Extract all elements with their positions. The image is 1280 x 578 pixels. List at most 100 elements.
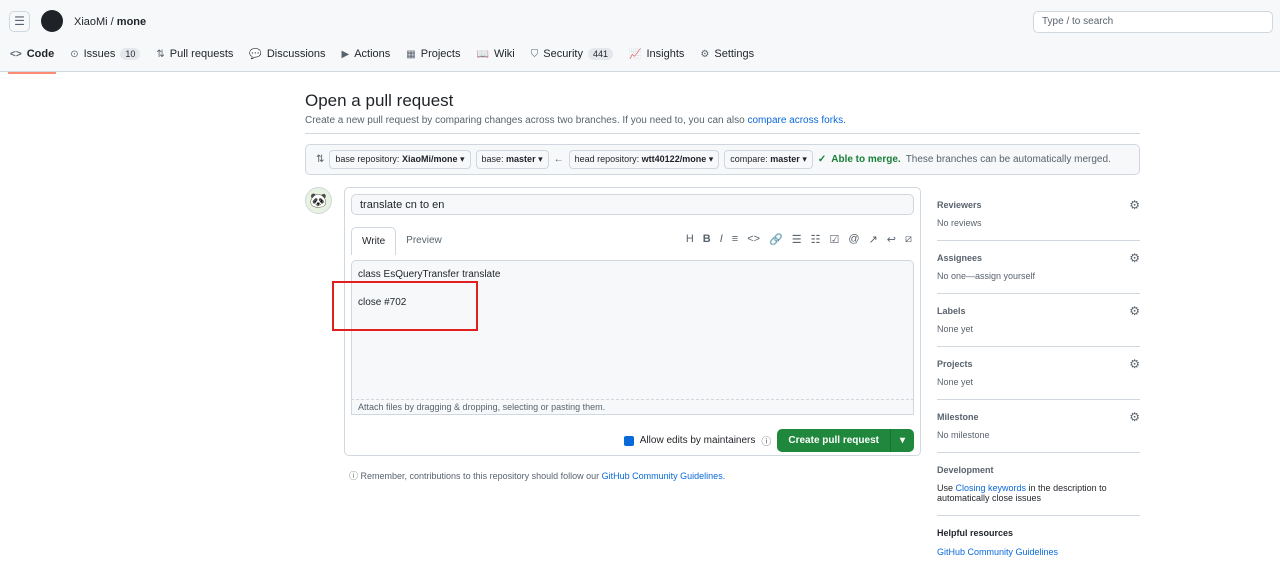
sidebar-heading: Assignees [937, 253, 983, 263]
closing-keywords-link[interactable]: Closing keywords [956, 483, 1027, 493]
tab-label: Actions [354, 48, 391, 60]
gear-icon[interactable]: ⚙ [1129, 357, 1140, 371]
tab-wiki[interactable]: 📖 Wiki [477, 48, 515, 67]
sidebar-value: No one—assign yourself [937, 271, 1036, 281]
tab-write[interactable]: Write [351, 227, 397, 255]
sidebar-heading: Reviewers [937, 200, 982, 210]
tab-settings[interactable]: ⚙ Settings [700, 48, 754, 67]
sidebar-labels: Labels None yet ⚙ [937, 302, 1140, 347]
allow-edits-label: Allow edits by maintainers [639, 435, 756, 446]
sidebar-value: No reviews [937, 218, 982, 228]
fullscreen-icon[interactable]: ⧄ [905, 233, 912, 246]
base-repo-select[interactable]: base repository: XiaoMi/mone ▾ [329, 150, 471, 169]
development-heading: Development [937, 465, 994, 475]
code-icon[interactable]: <> [747, 233, 760, 246]
tab-code[interactable]: <> Code [7, 48, 57, 74]
community-guidelines-link[interactable]: GitHub Community Guidelines [937, 547, 1058, 557]
sidebar-value: No milestone [937, 430, 990, 440]
compare-forks-link[interactable]: compare across forks. [747, 115, 845, 126]
pr-icon: ⇅ [156, 48, 165, 60]
guidelines-link[interactable]: GitHub Community Guidelines. [602, 471, 726, 481]
gear-icon[interactable]: ⚙ [1129, 304, 1140, 318]
sidebar: Reviewers No reviews ⚙ Assignees No one—assi… [937, 196, 1140, 578]
reply-icon[interactable]: ↩ [887, 233, 896, 246]
sidebar-reviewers: Reviewers No reviews ⚙ [937, 196, 1140, 241]
tab-actions[interactable]: ▶ Actions [342, 48, 391, 67]
markdown-toolbar: H B I ≡ <> 🔗 ☰ ☷ ☑ @ ↗ ↩ ⧄ [686, 233, 912, 246]
shield-icon: ⛉ [530, 48, 539, 60]
gear-icon[interactable]: ⚙ [1129, 251, 1140, 265]
table-icon: ▦ [406, 48, 416, 60]
tab-label: Pull requests [169, 48, 234, 60]
sidebar-value: None yet [937, 377, 974, 387]
tab-label: Discussions [266, 48, 326, 60]
subtitle-text: Create a new pull request by comparing c… [305, 115, 748, 126]
tab-insights[interactable]: 📈 Insights [629, 48, 684, 67]
numbered-list-icon[interactable]: ☷ [811, 233, 821, 246]
compare-icon: ⇅ [316, 154, 325, 165]
body-line: class EsQueryTransfer translate [358, 269, 501, 280]
divider [305, 133, 1140, 134]
github-logo-icon[interactable] [41, 10, 63, 32]
create-pr-button[interactable]: Create pull request ▾ [777, 429, 914, 452]
breadcrumb: XiaoMi / mone [74, 16, 147, 28]
allow-edits-checkbox[interactable] [623, 435, 634, 446]
discussion-icon: 💬 [249, 48, 262, 60]
menu-button[interactable]: ☰ [9, 11, 30, 32]
tab-preview[interactable]: Preview [396, 227, 452, 255]
help-heading: Helpful resources [937, 528, 1014, 538]
create-label[interactable]: Create pull request [777, 429, 890, 452]
page-subtitle: Create a new pull request by comparing c… [305, 115, 846, 126]
tab-label: Security [543, 48, 583, 60]
header: ☰ XiaoMi / mone Type / to search <> Code ⊙… [0, 0, 1280, 74]
search-input[interactable]: Type / to search [1033, 11, 1273, 33]
book-icon: 📖 [476, 48, 489, 60]
repo-link[interactable]: mone [117, 16, 146, 28]
tab-discussions[interactable]: 💬 Discussions [249, 48, 325, 67]
title-input[interactable]: translate cn to en [351, 194, 914, 215]
count-badge: 10 [120, 48, 141, 60]
sidebar-assignees: Assignees No one—assign yourself ⚙ [937, 249, 1140, 294]
attach-files[interactable]: Attach files by dragging & dropping, sel… [351, 399, 914, 416]
sidebar-projects: Projects None yet ⚙ [937, 355, 1140, 400]
sidebar-heading: Labels [937, 306, 966, 316]
head-repo-select[interactable]: head repository: wtt40122/mone ▾ [568, 150, 720, 169]
development-text: Use Closing keywords in the description … [937, 483, 1107, 503]
tab-label: Wiki [493, 48, 515, 60]
issue-icon: ⊙ [70, 48, 79, 60]
reference-icon[interactable]: ↗ [869, 233, 878, 246]
tab-label: Projects [420, 48, 461, 60]
range-editor: ⇅ base repository: XiaoMi/mone ▾ base: m… [305, 144, 1140, 175]
sidebar-milestone: Milestone No milestone ⚙ [937, 408, 1140, 453]
tab-label: Code [26, 48, 55, 60]
help-icon[interactable]: ⓘ [761, 433, 771, 448]
chevron-down-icon[interactable]: ▾ [889, 429, 914, 452]
base-branch-select[interactable]: base: master ▾ [475, 150, 549, 169]
bullet-list-icon[interactable]: ☰ [792, 233, 802, 246]
owner-link[interactable]: XiaoMi [74, 16, 108, 28]
tab-security[interactable]: ⛉ Security 441 [530, 48, 614, 67]
heading-icon[interactable]: H [686, 233, 694, 246]
compare-branch-select[interactable]: compare: master ▾ [724, 150, 813, 169]
bold-icon[interactable]: B [703, 233, 711, 246]
tab-label: Issues [83, 48, 116, 60]
check-icon: ✓ [817, 154, 827, 165]
play-icon: ▶ [341, 48, 350, 60]
merge-text: These branches can be automatically merg… [905, 154, 1111, 165]
link-icon[interactable]: 🔗 [769, 233, 783, 246]
tab-projects[interactable]: ▦ Projects [406, 48, 460, 67]
highlight-box [332, 281, 478, 331]
task-list-icon[interactable]: ☑ [830, 233, 840, 246]
guidelines-note: ⓘ Remember, contributions to this reposi… [349, 471, 726, 481]
gear-icon[interactable]: ⚙ [1129, 198, 1140, 212]
gear-icon: ⚙ [700, 48, 710, 60]
tab-pull-requests[interactable]: ⇅ Pull requests [156, 48, 233, 67]
code-icon: <> [10, 48, 22, 60]
gear-icon[interactable]: ⚙ [1129, 410, 1140, 424]
tab-label: Settings [714, 48, 755, 60]
avatar: 🐼 [305, 187, 332, 214]
mention-icon[interactable]: @ [848, 233, 859, 246]
italic-icon[interactable]: I [720, 233, 723, 246]
tab-issues[interactable]: ⊙ Issues 10 [70, 48, 141, 67]
quote-icon[interactable]: ≡ [732, 233, 738, 246]
